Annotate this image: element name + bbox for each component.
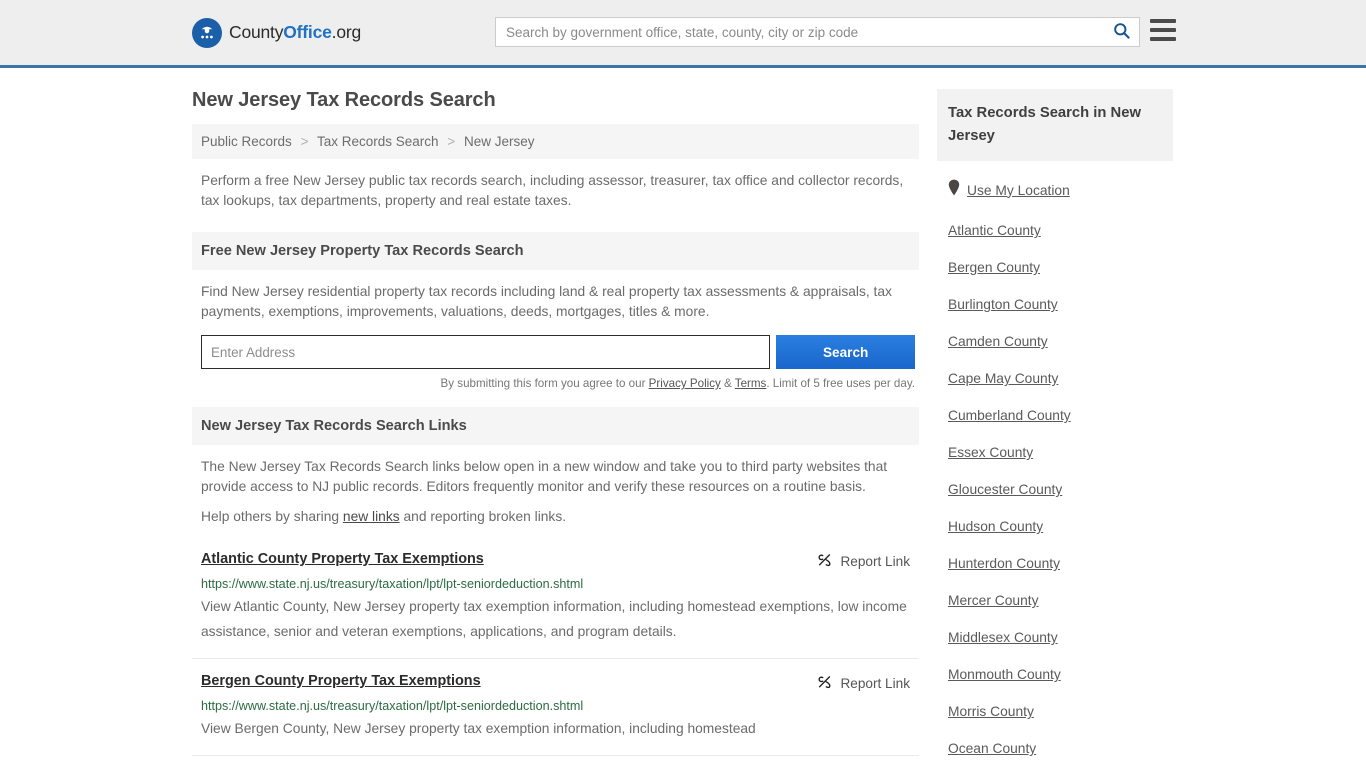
page-title: New Jersey Tax Records Search xyxy=(192,89,496,111)
disclaimer-suffix: . Limit of 5 free uses per day. xyxy=(766,377,915,390)
logo-text-county: County xyxy=(229,22,284,42)
sidebar: Tax Records Search in New Jersey Use My … xyxy=(937,89,1173,767)
result-description: View Bergen County, New Jersey property … xyxy=(201,721,756,736)
sidebar-item-county[interactable]: Gloucester County xyxy=(948,471,1173,508)
page-body: New Jersey Tax Records Search Public Rec… xyxy=(0,68,1366,767)
form-disclaimer: By submitting this form you agree to our… xyxy=(192,369,919,390)
county-link[interactable]: Hunterdon County xyxy=(948,556,1060,571)
new-links-link[interactable]: new links xyxy=(343,509,400,524)
search-links-paragraph-2: Help others by sharing new links and rep… xyxy=(201,507,910,527)
sidebar-item-county[interactable]: Cape May County xyxy=(948,360,1173,397)
result-item: Bergen County Property Tax Exemptions Re… xyxy=(192,659,919,756)
disclaimer-amp: & xyxy=(720,377,735,390)
county-link[interactable]: Middlesex County xyxy=(948,630,1058,645)
sidebar-item-county[interactable]: Monmouth County xyxy=(948,656,1173,693)
privacy-policy-link[interactable]: Privacy Policy xyxy=(649,377,721,390)
sidebar-item-county[interactable]: Middlesex County xyxy=(948,619,1173,656)
search-input[interactable] xyxy=(496,18,1103,46)
sidebar-item-county[interactable]: Essex County xyxy=(948,434,1173,471)
county-link[interactable]: Essex County xyxy=(948,445,1033,460)
county-link[interactable]: Cape May County xyxy=(948,371,1058,386)
sidebar-item-county[interactable]: Camden County xyxy=(948,323,1173,360)
breadcrumb: Public Records > Tax Records Search > Ne… xyxy=(192,124,919,159)
global-search-bar[interactable] xyxy=(495,17,1140,47)
county-link[interactable]: Morris County xyxy=(948,704,1034,719)
report-link-label: Report Link xyxy=(840,553,910,569)
property-search-description: Find New Jersey residential property tax… xyxy=(201,284,892,319)
result-url: https://www.state.nj.us/treasury/taxatio… xyxy=(201,699,584,713)
report-link-button[interactable]: Report Link xyxy=(800,673,910,693)
broken-link-icon xyxy=(816,673,833,693)
address-search-button[interactable]: Search xyxy=(776,335,915,369)
result-header: Atlantic County Property Tax Exemptions … xyxy=(201,551,910,571)
county-link[interactable]: Atlantic County xyxy=(948,223,1041,238)
address-input[interactable] xyxy=(201,335,771,369)
sidebar-item-county[interactable]: Bergen County xyxy=(948,249,1173,286)
disclaimer-prefix: By submitting this form you agree to our xyxy=(440,377,649,390)
search-links-paragraph-1: The New Jersey Tax Records Search links … xyxy=(201,459,888,494)
main-content: New Jersey Tax Records Search Public Rec… xyxy=(192,89,919,767)
result-item: Atlantic County Property Tax Exemptions … xyxy=(192,537,919,659)
sidebar-heading: Tax Records Search in New Jersey xyxy=(937,89,1173,161)
logo-text-office: Office xyxy=(283,22,332,42)
search-links-body: The New Jersey Tax Records Search links … xyxy=(192,445,919,527)
breadcrumb-separator: > xyxy=(300,134,309,149)
county-link[interactable]: Hudson County xyxy=(948,519,1043,534)
sidebar-item-county[interactable]: Cumberland County xyxy=(948,397,1173,434)
county-link[interactable]: Camden County xyxy=(948,334,1048,349)
breadcrumb-item-tax-records-search[interactable]: Tax Records Search xyxy=(317,134,439,149)
county-link[interactable]: Burlington County xyxy=(948,297,1058,312)
sidebar-item-county[interactable]: Atlantic County xyxy=(948,212,1173,249)
sidebar-item-county[interactable]: Morris County xyxy=(948,693,1173,730)
page-lead-text: Perform a free New Jersey public tax rec… xyxy=(201,173,904,208)
property-search-body: Find New Jersey residential property tax… xyxy=(192,270,919,322)
county-link[interactable]: Gloucester County xyxy=(948,482,1062,497)
county-link[interactable]: Ocean County xyxy=(948,741,1036,756)
sidebar-item-county[interactable]: Mercer County xyxy=(948,582,1173,619)
result-header: Bergen County Property Tax Exemptions Re… xyxy=(201,673,910,693)
hamburger-menu-icon[interactable] xyxy=(1150,19,1176,41)
breadcrumb-item-new-jersey[interactable]: New Jersey xyxy=(464,134,535,149)
terms-link[interactable]: Terms xyxy=(735,377,767,390)
use-my-location-link[interactable]: Use My Location xyxy=(967,183,1070,198)
result-title-link[interactable]: Bergen County Property Tax Exemptions xyxy=(201,673,481,689)
logo-text-org: .org xyxy=(331,22,362,42)
sidebar-item-county[interactable]: Hunterdon County xyxy=(948,545,1173,582)
property-search-heading: Free New Jersey Property Tax Records Sea… xyxy=(192,232,919,270)
eagle-shield-icon xyxy=(192,17,222,48)
county-link[interactable]: Cumberland County xyxy=(948,408,1071,423)
site-logo[interactable]: CountyOffice.org xyxy=(192,17,361,48)
sidebar-item-county[interactable]: Hudson County xyxy=(948,508,1173,545)
result-url: https://www.state.nj.us/treasury/taxatio… xyxy=(201,577,584,591)
map-pin-icon xyxy=(948,179,960,201)
site-header: CountyOffice.org xyxy=(0,0,1366,68)
breadcrumb-separator: > xyxy=(447,134,456,149)
address-search-form: Search xyxy=(201,335,915,369)
sidebar-item-county[interactable]: Burlington County xyxy=(948,286,1173,323)
report-link-button[interactable]: Report Link xyxy=(800,551,910,571)
report-link-label: Report Link xyxy=(840,675,910,691)
share-prefix: Help others by sharing xyxy=(201,509,343,524)
county-link[interactable]: Mercer County xyxy=(948,593,1038,608)
county-link[interactable]: Monmouth County xyxy=(948,667,1061,682)
search-icon xyxy=(1112,21,1131,43)
search-links-heading: New Jersey Tax Records Search Links xyxy=(192,407,919,445)
logo-wordmark: CountyOffice.org xyxy=(229,22,361,43)
result-title-link[interactable]: Atlantic County Property Tax Exemptions xyxy=(201,551,484,567)
result-description: View Atlantic County, New Jersey propert… xyxy=(201,599,907,639)
county-link[interactable]: Bergen County xyxy=(948,260,1040,275)
share-suffix: and reporting broken links. xyxy=(399,509,567,524)
breadcrumb-item-public-records[interactable]: Public Records xyxy=(201,134,292,149)
broken-link-icon xyxy=(816,551,833,571)
sidebar-county-list: Use My Location Atlantic County Bergen C… xyxy=(937,161,1173,767)
sidebar-item-county[interactable]: Ocean County xyxy=(948,730,1173,767)
search-button[interactable] xyxy=(1103,18,1139,46)
sidebar-item-use-my-location[interactable]: Use My Location xyxy=(948,168,1173,212)
